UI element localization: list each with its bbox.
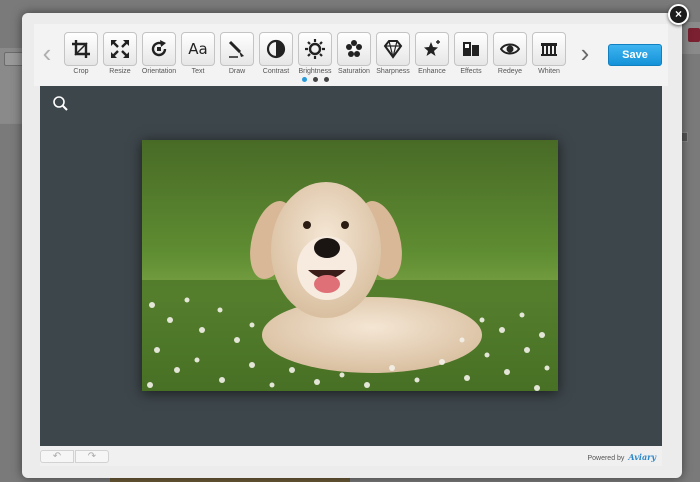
editor-toolbar: ‹ Crop Resize Orientation Aa Text Draw C… [34, 24, 668, 86]
editor-canvas [40, 86, 662, 446]
edited-photo[interactable] [142, 140, 558, 391]
text-icon: Aa [188, 40, 208, 58]
saturation-icon [346, 40, 362, 57]
resize-icon [111, 40, 129, 58]
contrast-icon [266, 39, 286, 59]
page-dot-active[interactable] [302, 77, 307, 82]
redeye-icon [500, 43, 520, 55]
brightness-icon [305, 39, 325, 59]
draw-icon [228, 40, 244, 58]
tool-orientation-box [142, 32, 176, 66]
aviary-logo[interactable]: Aviary [628, 452, 656, 462]
tool-redeye-box [493, 32, 527, 66]
dog-photo-image [142, 140, 558, 391]
tool-crop-box [64, 32, 98, 66]
tool-text-box: Aa [181, 32, 215, 66]
tool-whiten[interactable]: Whiten [530, 32, 568, 80]
tool-label: Whiten [538, 68, 560, 75]
sharpness-icon [383, 40, 403, 59]
previous-tools-arrow[interactable]: ‹ [38, 40, 56, 66]
tool-draw-box [220, 32, 254, 66]
tool-list: Crop Resize Orientation Aa Text Draw Con… [62, 32, 572, 82]
page-dot[interactable] [324, 77, 329, 82]
tool-contrast-box [259, 32, 293, 66]
zoom-icon[interactable] [52, 95, 68, 111]
tool-brightness-box [298, 32, 332, 66]
crop-icon [72, 40, 90, 58]
tool-resize-box [103, 32, 137, 66]
tool-whiten-box [532, 32, 566, 66]
enhance-icon [424, 40, 440, 56]
powered-by-label: Powered by Aviary [587, 452, 656, 462]
page-dot[interactable] [313, 77, 318, 82]
tool-page-dots [302, 77, 342, 83]
effects-icon [463, 42, 479, 56]
next-tools-arrow[interactable]: › [576, 40, 594, 66]
undo-button[interactable]: ↶ [40, 450, 74, 463]
redo-button[interactable]: ↷ [75, 450, 109, 463]
tool-sharpness-box [376, 32, 410, 66]
background-red-button [688, 28, 700, 42]
save-button[interactable]: Save [608, 44, 662, 66]
editor-footer: ↶ ↷ Powered by Aviary [40, 446, 662, 466]
tool-enhance-box [415, 32, 449, 66]
orientation-icon [151, 40, 167, 57]
whiten-icon [541, 43, 557, 56]
tool-saturation-box [337, 32, 371, 66]
tool-effects-box [454, 32, 488, 66]
powered-by-text: Powered by [587, 455, 625, 462]
close-button[interactable]: × [668, 4, 689, 25]
